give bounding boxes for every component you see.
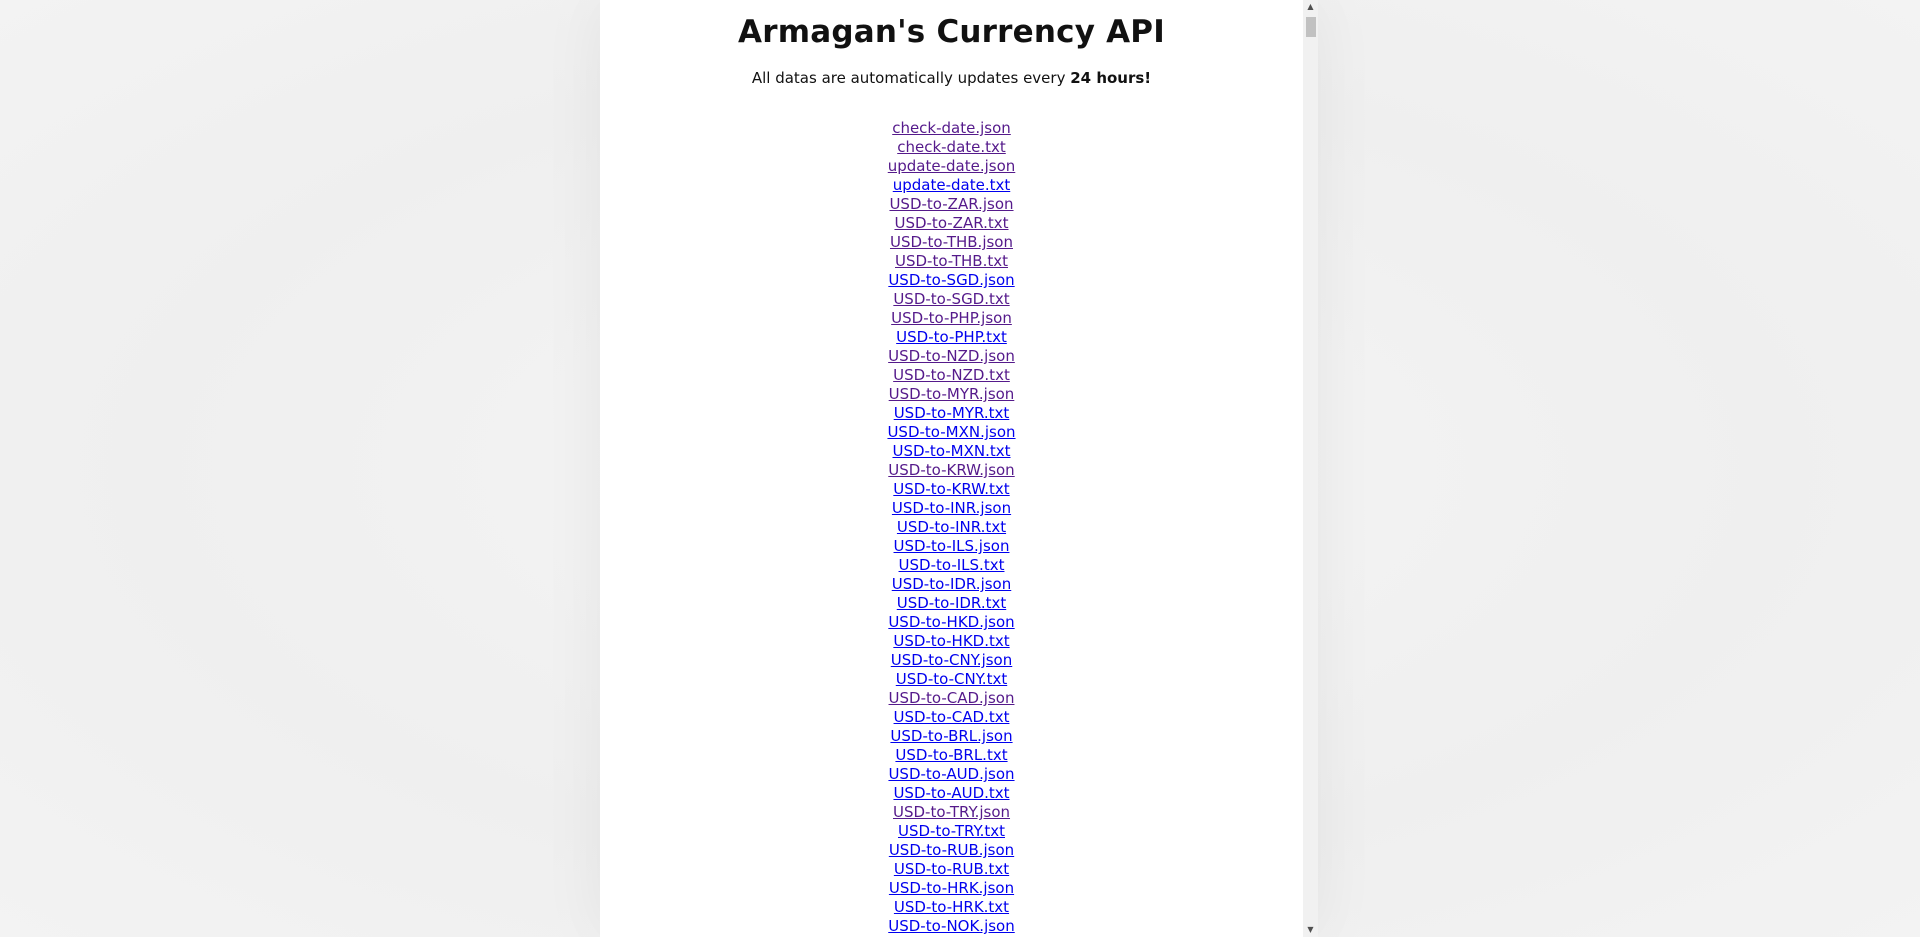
file-link[interactable]: USD-to-HRK.txt xyxy=(894,898,1009,916)
page-content: Armagan's Currency API All datas are aut… xyxy=(600,0,1303,937)
list-item: USD-to-RUB.json xyxy=(600,841,1303,860)
list-item: USD-to-THB.txt xyxy=(600,252,1303,271)
file-link[interactable]: USD-to-MXN.txt xyxy=(892,442,1010,460)
file-link[interactable]: USD-to-RUB.json xyxy=(889,841,1014,859)
file-link[interactable]: USD-to-KRW.json xyxy=(888,461,1014,479)
list-item: update-date.txt xyxy=(600,176,1303,195)
file-link[interactable]: USD-to-NZD.txt xyxy=(893,366,1010,384)
file-link[interactable]: USD-to-HRK.json xyxy=(889,879,1014,897)
list-item: USD-to-AUD.json xyxy=(600,765,1303,784)
file-link[interactable]: USD-to-PHP.json xyxy=(891,309,1012,327)
list-item: USD-to-BRL.txt xyxy=(600,746,1303,765)
file-link[interactable]: USD-to-SGD.json xyxy=(888,271,1014,289)
list-item: USD-to-MYR.json xyxy=(600,385,1303,404)
file-link[interactable]: USD-to-NZD.json xyxy=(888,347,1015,365)
file-link[interactable]: update-date.txt xyxy=(893,176,1011,194)
list-item: USD-to-INR.json xyxy=(600,499,1303,518)
list-item: USD-to-AUD.txt xyxy=(600,784,1303,803)
list-item: USD-to-IDR.txt xyxy=(600,594,1303,613)
file-link[interactable]: USD-to-CAD.json xyxy=(889,689,1015,707)
list-item: USD-to-CAD.txt xyxy=(600,708,1303,727)
list-item: USD-to-PHP.txt xyxy=(600,328,1303,347)
list-item: USD-to-CNY.txt xyxy=(600,670,1303,689)
file-link[interactable]: USD-to-IDR.json xyxy=(892,575,1012,593)
file-link[interactable]: USD-to-HKD.txt xyxy=(893,632,1009,650)
file-link[interactable]: USD-to-ILS.json xyxy=(894,537,1010,555)
file-link[interactable]: USD-to-CNY.txt xyxy=(896,670,1007,688)
list-item: USD-to-RUB.txt xyxy=(600,860,1303,879)
file-link[interactable]: USD-to-BRL.json xyxy=(890,727,1012,745)
list-item: USD-to-BRL.json xyxy=(600,727,1303,746)
file-link[interactable]: USD-to-MXN.json xyxy=(887,423,1015,441)
file-link[interactable]: check-date.json xyxy=(892,119,1011,137)
subtitle-text: All datas are automatically updates ever… xyxy=(751,69,1071,87)
list-item: USD-to-HKD.json xyxy=(600,613,1303,632)
file-link[interactable]: USD-to-NOK.json xyxy=(888,917,1015,935)
list-item: USD-to-HKD.txt xyxy=(600,632,1303,651)
page-frame: Armagan's Currency API All datas are aut… xyxy=(600,0,1318,937)
list-item: check-date.txt xyxy=(600,138,1303,157)
file-link[interactable]: USD-to-CAD.txt xyxy=(894,708,1010,726)
list-item: USD-to-NOK.json xyxy=(600,917,1303,936)
file-link[interactable]: USD-to-AUD.txt xyxy=(893,784,1009,802)
list-item: USD-to-NZD.txt xyxy=(600,366,1303,385)
list-item: update-date.json xyxy=(600,157,1303,176)
file-link[interactable]: USD-to-MYR.json xyxy=(889,385,1015,403)
list-item: USD-to-THB.json xyxy=(600,233,1303,252)
list-item: USD-to-KRW.json xyxy=(600,461,1303,480)
page-subtitle: All datas are automatically updates ever… xyxy=(600,69,1303,87)
file-link[interactable]: USD-to-THB.json xyxy=(890,233,1013,251)
subtitle-highlight: 24 hours! xyxy=(1070,69,1152,87)
file-link[interactable]: USD-to-CNY.json xyxy=(891,651,1012,669)
list-item: USD-to-HRK.txt xyxy=(600,898,1303,917)
list-item: USD-to-MXN.txt xyxy=(600,442,1303,461)
list-item: USD-to-TRY.json xyxy=(600,803,1303,822)
file-link[interactable]: USD-to-PHP.txt xyxy=(896,328,1007,346)
page-title: Armagan's Currency API xyxy=(738,14,1165,50)
list-item: USD-to-IDR.json xyxy=(600,575,1303,594)
file-link[interactable]: USD-to-IDR.txt xyxy=(897,594,1006,612)
file-link[interactable]: USD-to-TRY.json xyxy=(893,803,1010,821)
list-item: USD-to-NZD.json xyxy=(600,347,1303,366)
file-link[interactable]: USD-to-KRW.txt xyxy=(893,480,1009,498)
list-item: USD-to-ILS.txt xyxy=(600,556,1303,575)
scrollbar-thumb[interactable] xyxy=(1306,17,1316,37)
list-item: USD-to-SGD.json xyxy=(600,271,1303,290)
list-item: check-date.json xyxy=(600,119,1303,138)
list-item: USD-to-CAD.json xyxy=(600,689,1303,708)
vertical-scrollbar[interactable]: ▲ ▼ xyxy=(1303,0,1318,937)
file-link[interactable]: USD-to-ZAR.json xyxy=(889,195,1013,213)
file-link-list: check-date.json check-date.txt update-date… xyxy=(600,119,1303,936)
chevron-up-icon[interactable]: ▲ xyxy=(1303,0,1318,14)
file-link[interactable]: USD-to-SGD.txt xyxy=(893,290,1009,308)
file-link[interactable]: USD-to-ZAR.txt xyxy=(894,214,1008,232)
file-link[interactable]: USD-to-AUD.json xyxy=(888,765,1014,783)
list-item: USD-to-ZAR.json xyxy=(600,195,1303,214)
file-link[interactable]: update-date.json xyxy=(888,157,1016,175)
list-item: USD-to-ILS.json xyxy=(600,537,1303,556)
file-link[interactable]: USD-to-INR.txt xyxy=(897,518,1006,536)
list-item: USD-to-ZAR.txt xyxy=(600,214,1303,233)
file-link[interactable]: USD-to-HKD.json xyxy=(888,613,1014,631)
list-item: USD-to-TRY.txt xyxy=(600,822,1303,841)
list-item: USD-to-PHP.json xyxy=(600,309,1303,328)
file-link[interactable]: USD-to-TRY.txt xyxy=(898,822,1005,840)
list-item: USD-to-CNY.json xyxy=(600,651,1303,670)
file-link[interactable]: USD-to-BRL.txt xyxy=(895,746,1007,764)
file-link[interactable]: USD-to-RUB.txt xyxy=(894,860,1009,878)
list-item: USD-to-MYR.txt xyxy=(600,404,1303,423)
list-item: USD-to-SGD.txt xyxy=(600,290,1303,309)
list-item: USD-to-HRK.json xyxy=(600,879,1303,898)
file-link[interactable]: USD-to-MYR.txt xyxy=(894,404,1010,422)
chevron-down-icon[interactable]: ▼ xyxy=(1303,923,1318,937)
file-link[interactable]: USD-to-INR.json xyxy=(892,499,1011,517)
list-item: USD-to-MXN.json xyxy=(600,423,1303,442)
file-link[interactable]: USD-to-THB.txt xyxy=(895,252,1008,270)
list-item: USD-to-INR.txt xyxy=(600,518,1303,537)
file-link[interactable]: USD-to-ILS.txt xyxy=(899,556,1005,574)
file-link[interactable]: check-date.txt xyxy=(897,138,1006,156)
list-item: USD-to-KRW.txt xyxy=(600,480,1303,499)
